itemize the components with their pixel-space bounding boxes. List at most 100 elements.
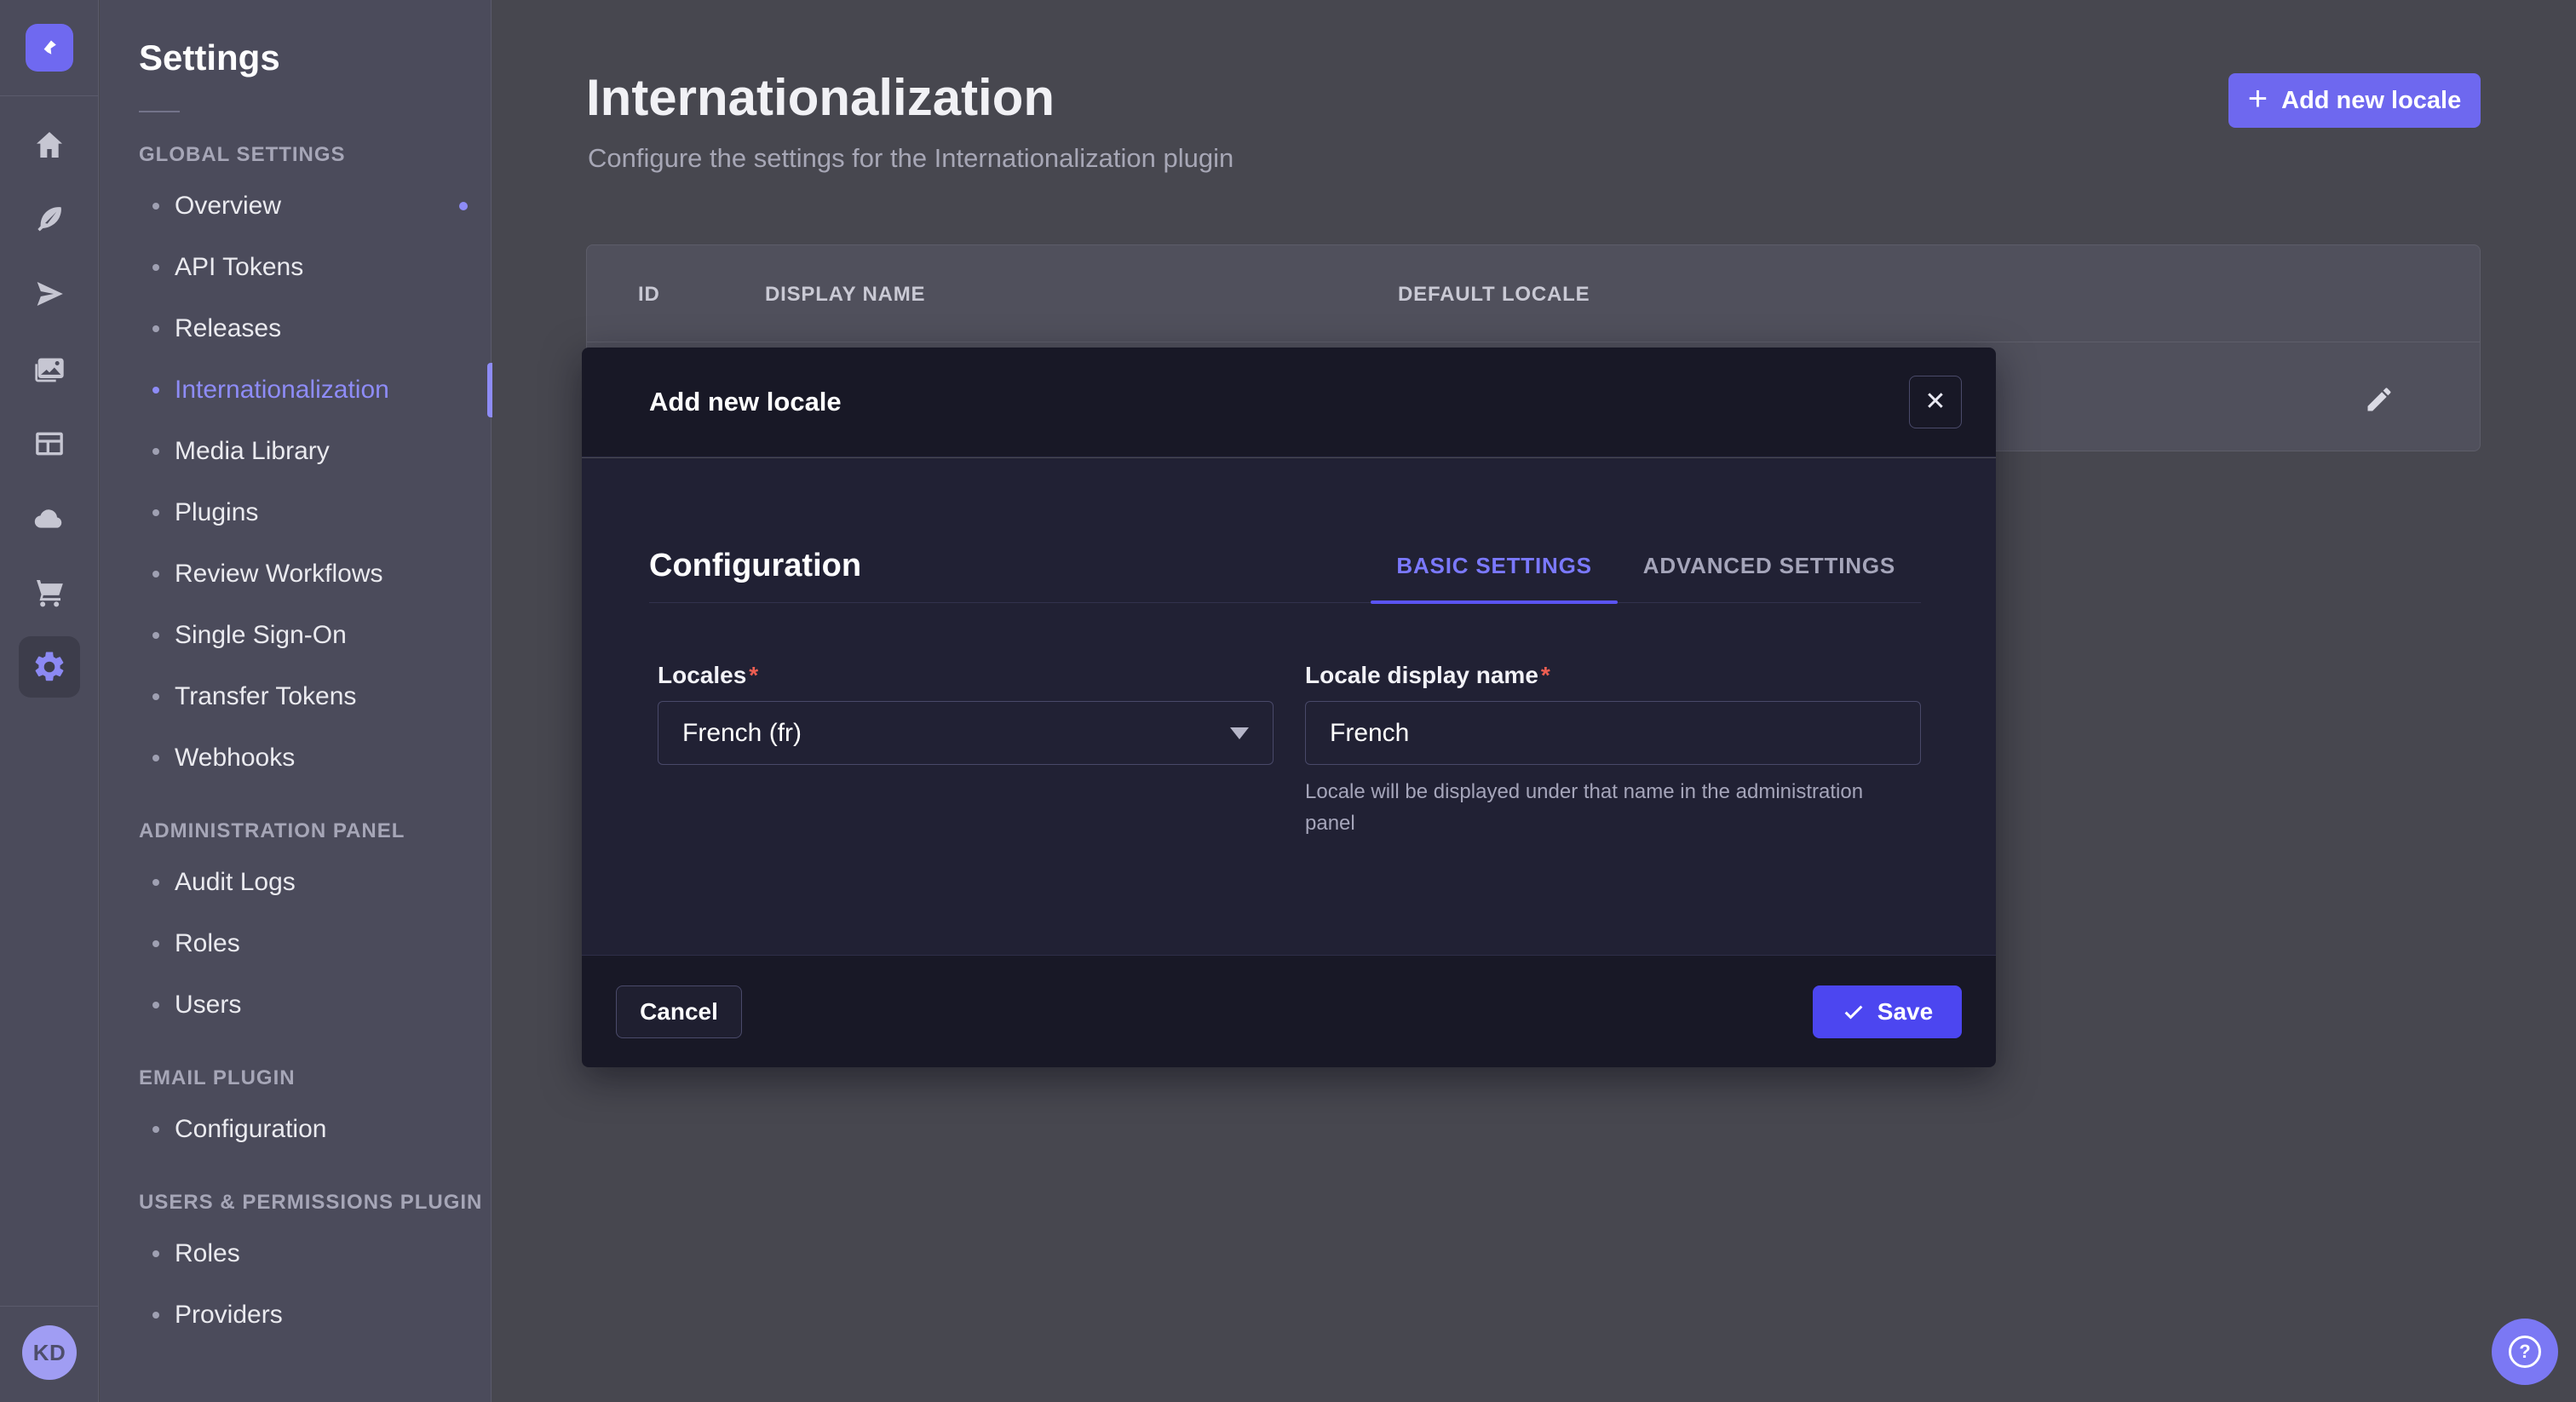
cloud-icon[interactable]	[31, 499, 68, 537]
sidebar-item-api-tokens[interactable]: API Tokens	[139, 237, 492, 298]
display-name-label: Locale display name*	[1305, 662, 1921, 689]
sidebar-item-label: Single Sign-On	[175, 621, 347, 650]
bullet-icon	[152, 632, 159, 639]
sidebar-item-label: Audit Logs	[175, 868, 296, 897]
sidebar-item-label: Users	[175, 991, 241, 1020]
bullet-icon	[152, 264, 159, 271]
tab-basic-settings[interactable]: BASIC SETTINGS	[1371, 529, 1617, 602]
bullet-icon	[152, 203, 159, 210]
user-avatar[interactable]: KD	[22, 1325, 77, 1380]
sidebar-item-media-library[interactable]: Media Library	[139, 421, 492, 482]
sidebar-item-label: Roles	[175, 929, 240, 958]
configuration-header-row: Configuration BASIC SETTINGS ADVANCED SE…	[649, 529, 1921, 603]
add-new-locale-button[interactable]: + Add new locale	[2228, 73, 2481, 128]
modal-body: Configuration BASIC SETTINGS ADVANCED SE…	[582, 458, 1996, 955]
locales-select-value: French (fr)	[682, 719, 802, 748]
rail-divider-bottom	[0, 1306, 99, 1307]
sidebar-item-label: Providers	[175, 1301, 283, 1330]
sidebar-item-label: Webhooks	[175, 744, 295, 773]
column-header-display-name: DISPLAY NAME	[765, 283, 925, 307]
bullet-icon	[152, 448, 159, 455]
bullet-icon	[152, 571, 159, 577]
notification-dot	[459, 202, 468, 210]
display-name-input[interactable]	[1305, 701, 1921, 765]
save-button[interactable]: Save	[1813, 985, 1962, 1038]
sidebar-item-label: Review Workflows	[175, 560, 383, 589]
bullet-icon	[152, 1250, 159, 1257]
display-name-hint: Locale will be displayed under that name…	[1305, 776, 1921, 839]
sidebar-title-rule	[139, 111, 180, 112]
sidebar-section-label: ADMINISTRATION PANEL	[139, 819, 491, 845]
cart-icon[interactable]	[31, 574, 68, 612]
sidebar-item-label: Transfer Tokens	[175, 682, 356, 711]
add-new-locale-modal: Add new locale ✕ Configuration BASIC SET…	[582, 348, 1996, 1067]
column-header-default-locale: DEFAULT LOCALE	[1398, 283, 1590, 307]
sidebar-item-audit-logs[interactable]: Audit Logs	[139, 852, 492, 913]
bullet-icon	[152, 879, 159, 886]
bullet-icon	[152, 1126, 159, 1133]
strapi-logo[interactable]	[26, 24, 73, 72]
modal-title: Add new locale	[649, 387, 842, 417]
sidebar-item-single-sign-on[interactable]: Single Sign-On	[139, 605, 492, 666]
sidebar-item-label: Media Library	[175, 437, 330, 466]
required-asterisk: *	[749, 662, 758, 688]
media-images-icon[interactable]	[31, 351, 68, 388]
sidebar-section-label: USERS & PERMISSIONS PLUGIN	[139, 1191, 491, 1216]
bullet-icon	[152, 325, 159, 332]
locales-field-group: Locales* French (fr)	[658, 662, 1274, 765]
sidebar-item-roles[interactable]: Roles	[139, 1223, 492, 1284]
page-title: Internationalization	[586, 68, 1055, 127]
feather-icon[interactable]	[31, 200, 68, 238]
sidebar-item-configuration[interactable]: Configuration	[139, 1099, 492, 1160]
app-icon-rail: KD	[0, 0, 99, 1402]
sidebar-item-label: Configuration	[175, 1115, 326, 1144]
sidebar-item-label: Internationalization	[175, 376, 389, 405]
sidebar-item-webhooks[interactable]: Webhooks	[139, 727, 492, 789]
settings-tabs: BASIC SETTINGS ADVANCED SETTINGS	[1371, 529, 1921, 602]
locales-label: Locales*	[658, 662, 1274, 689]
cancel-button[interactable]: Cancel	[616, 985, 742, 1038]
close-icon[interactable]: ✕	[1909, 376, 1962, 428]
sidebar-item-transfer-tokens[interactable]: Transfer Tokens	[139, 666, 492, 727]
sidebar-item-providers[interactable]: Providers	[139, 1284, 492, 1346]
sidebar-item-label: API Tokens	[175, 253, 303, 282]
settings-sidebar: Settings GLOBAL SETTINGSOverviewAPI Toke…	[100, 0, 492, 1402]
help-button[interactable]: ?	[2492, 1319, 2558, 1385]
modal-header: Add new locale ✕	[582, 348, 1996, 457]
bullet-icon	[152, 693, 159, 700]
settings-gear-icon[interactable]	[19, 636, 80, 698]
sidebar-item-roles[interactable]: Roles	[139, 913, 492, 974]
layout-icon[interactable]	[31, 425, 68, 463]
check-icon	[1842, 1000, 1866, 1024]
sidebar-title: Settings	[139, 37, 491, 78]
bullet-icon	[152, 940, 159, 947]
sidebar-item-label: Overview	[175, 192, 281, 221]
send-icon[interactable]	[31, 275, 68, 313]
sidebar-item-label: Releases	[175, 314, 281, 343]
sidebar-item-plugins[interactable]: Plugins	[139, 482, 492, 543]
configuration-title: Configuration	[649, 548, 861, 584]
sidebar-section-label: EMAIL PLUGIN	[139, 1066, 491, 1092]
page-subtitle: Configure the settings for the Internati…	[588, 143, 1233, 174]
row-edit-button[interactable]	[2360, 382, 2398, 419]
locales-select[interactable]: French (fr)	[658, 701, 1274, 765]
sidebar-item-review-workflows[interactable]: Review Workflows	[139, 543, 492, 605]
bullet-icon	[152, 1002, 159, 1008]
sidebar-item-label: Plugins	[175, 498, 258, 527]
sidebar-item-internationalization[interactable]: Internationalization	[139, 359, 492, 421]
required-asterisk: *	[1541, 662, 1550, 688]
sidebar-item-label: Roles	[175, 1239, 240, 1268]
home-icon[interactable]	[31, 126, 68, 164]
tab-advanced-settings[interactable]: ADVANCED SETTINGS	[1618, 529, 1921, 602]
chevron-down-icon	[1230, 727, 1249, 739]
question-mark-icon: ?	[2509, 1336, 2541, 1368]
rail-divider-top	[0, 95, 99, 96]
column-header-id: ID	[638, 283, 660, 307]
sidebar-item-users[interactable]: Users	[139, 974, 492, 1036]
display-name-field-group: Locale display name* Locale will be disp…	[1305, 662, 1921, 839]
strapi-settings-screen: KD Settings GLOBAL SETTINGSOverviewAPI T…	[0, 0, 2576, 1402]
sidebar-item-releases[interactable]: Releases	[139, 298, 492, 359]
sidebar-item-overview[interactable]: Overview	[139, 175, 492, 237]
bullet-icon	[152, 387, 159, 394]
bullet-icon	[152, 1312, 159, 1319]
